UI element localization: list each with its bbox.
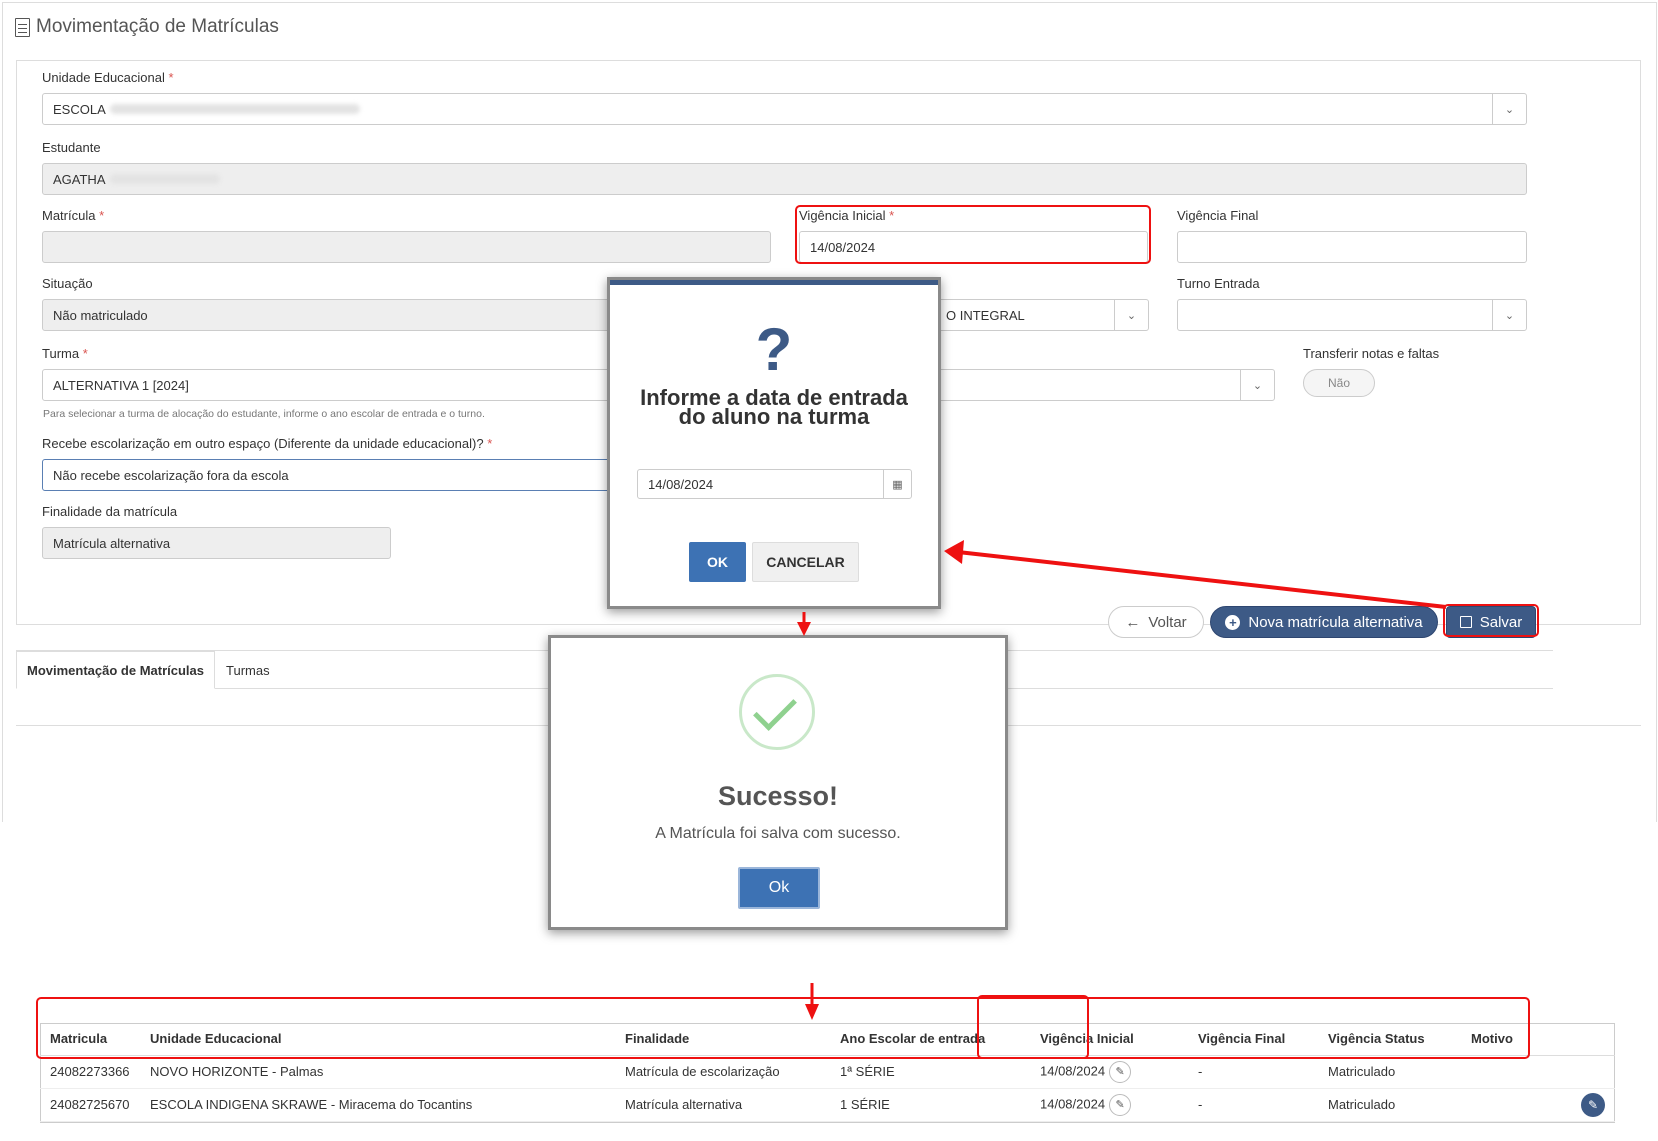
edit-icon[interactable]: ✎ <box>1109 1060 1132 1083</box>
cell-vig-final: - <box>1188 1088 1318 1122</box>
table-row: 24082273366 NOVO HORIZONTE - Palmas Matr… <box>40 1055 1615 1089</box>
cell-vig-inicial: 14/08/2024 ✎ <box>1030 1055 1188 1089</box>
arrow-salvar-to-dialog <box>957 550 1447 609</box>
cell-motivo <box>1461 1055 1615 1089</box>
cell-unidade: NOVO HORIZONTE - Palmas <box>140 1055 615 1089</box>
highlight-table-rows <box>36 997 1530 1059</box>
cell-vig-final: - <box>1188 1055 1318 1089</box>
cell-vig-inicial: 14/08/2024 ✎ <box>1030 1088 1188 1122</box>
arrowhead-success <box>797 622 811 636</box>
cell-motivo: ✎ <box>1461 1088 1615 1122</box>
arrowhead-dialog <box>944 540 964 564</box>
cell-finalidade: Matrícula alternativa <box>615 1088 830 1122</box>
cell-finalidade: Matrícula de escolarização <box>615 1055 830 1089</box>
cell-ano: 1 SÉRIE <box>830 1088 1030 1122</box>
cell-matricula: 24082725670 <box>40 1088 140 1122</box>
page: Movimentação de Matrículas Unidade Educa… <box>0 0 1658 1141</box>
edit-icon[interactable]: ✎ <box>1109 1093 1132 1116</box>
edit-row-icon[interactable]: ✎ <box>1581 1092 1605 1117</box>
cell-status: Matriculado <box>1318 1088 1461 1122</box>
cell-ano: 1ª SÉRIE <box>830 1055 1030 1089</box>
cell-unidade: ESCOLA INDIGENA SKRAWE - Miracema do Toc… <box>140 1088 615 1122</box>
table-row: 24082725670 ESCOLA INDIGENA SKRAWE - Mir… <box>40 1088 1615 1122</box>
cell-status: Matriculado <box>1318 1055 1461 1089</box>
highlight-vig-inicial-col <box>977 995 1089 1059</box>
cell-matricula: 24082273366 <box>40 1055 140 1089</box>
annotation-arrows <box>797 540 1447 1020</box>
